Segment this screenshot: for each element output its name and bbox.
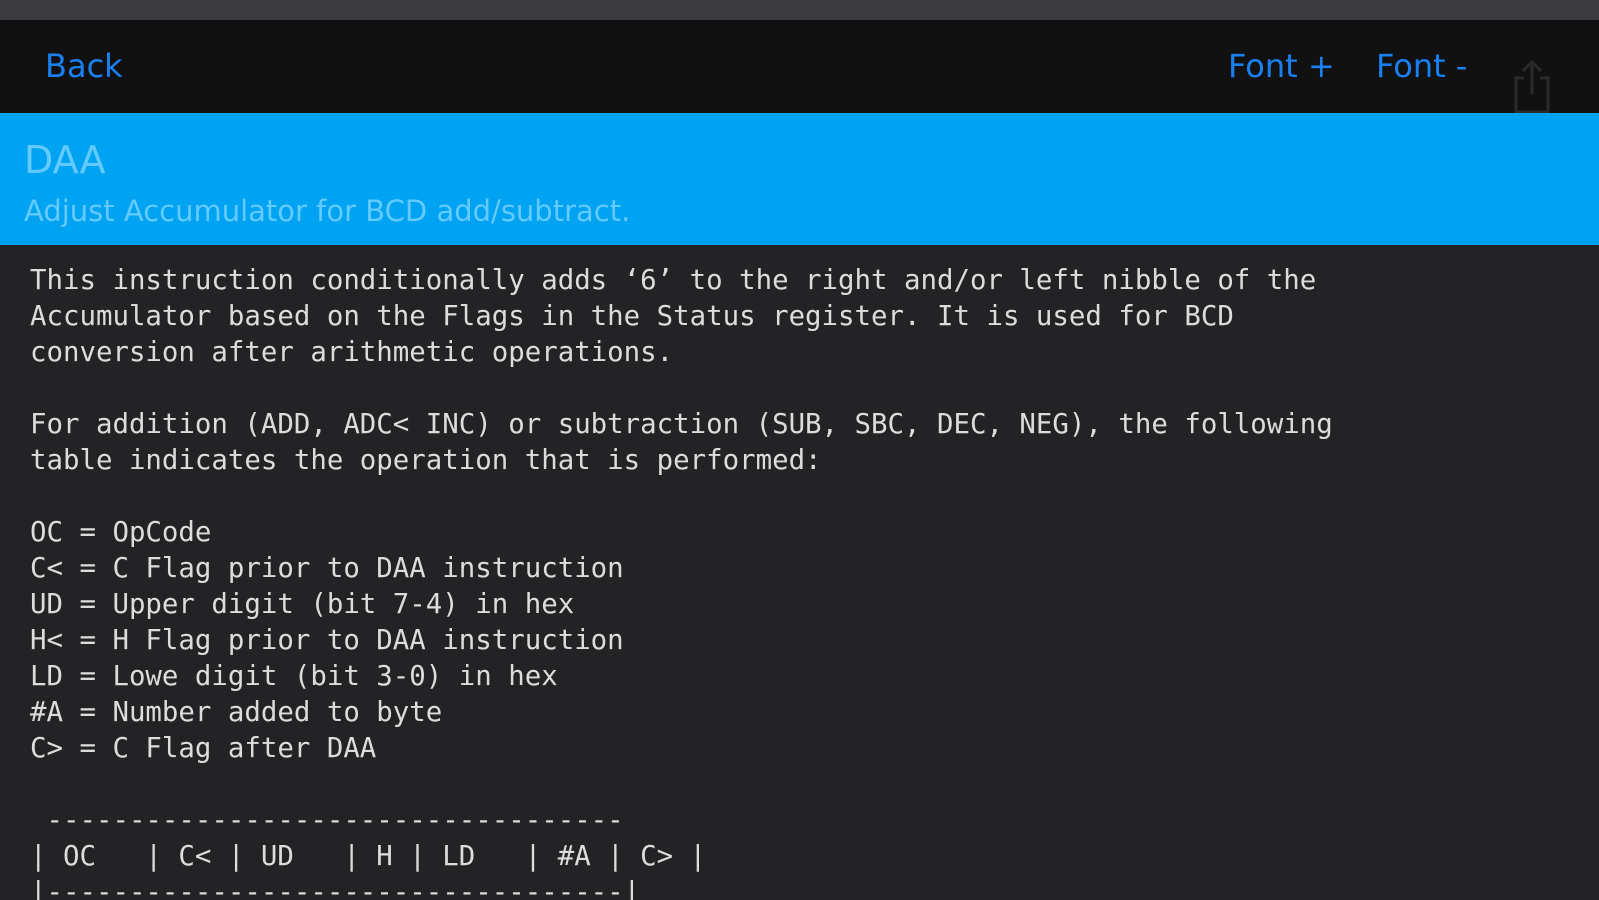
instruction-header: DAA Adjust Accumulator for BCD add/subtr… (0, 113, 1599, 245)
instruction-description: This instruction conditionally adds ‘6’ … (30, 265, 1333, 900)
font-increase-button[interactable]: Font + (1228, 46, 1335, 86)
navigation-bar: Back Font + Font - (0, 20, 1599, 116)
instruction-subtitle: Adjust Accumulator for BCD add/subtract. (24, 194, 631, 228)
instruction-title: DAA (24, 138, 106, 182)
share-icon (1514, 59, 1550, 114)
status-bar (0, 0, 1599, 20)
share-button[interactable] (1510, 56, 1554, 116)
back-button[interactable]: Back (45, 46, 123, 86)
font-decrease-button[interactable]: Font - (1376, 46, 1467, 86)
